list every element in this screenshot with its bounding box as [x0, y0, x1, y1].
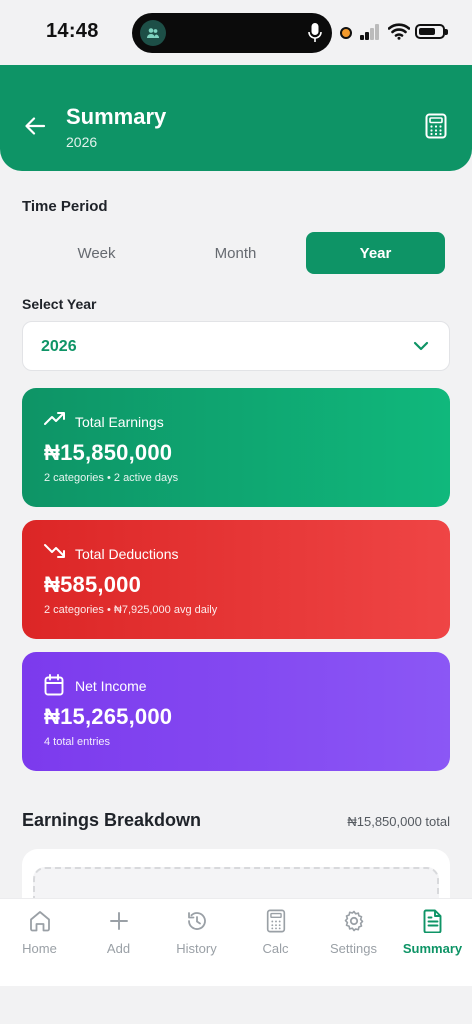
card-meta: 2 categories • ₦7,925,000 avg daily	[44, 604, 218, 616]
tab-calc[interactable]: Calc	[236, 899, 315, 987]
page-title: Summary	[66, 104, 167, 129]
card-title: Total Deductions	[75, 546, 179, 562]
tab-label: Calc	[262, 941, 289, 956]
signal-icon	[360, 24, 382, 40]
trending-down-icon	[44, 542, 66, 565]
year-dropdown-value: 2026	[41, 338, 77, 355]
tab-label: History	[176, 941, 217, 956]
card-title: Total Earnings	[75, 414, 164, 430]
plus-icon	[107, 909, 131, 938]
contacts-icon	[140, 20, 166, 46]
home-indicator-area	[0, 986, 472, 1024]
time-period-label: Time Period	[22, 198, 108, 215]
total-deductions-card: Total Deductions ₦585,000 2 categories •…	[22, 520, 450, 639]
microphone-icon	[308, 22, 322, 49]
status-bar: 14:48	[0, 0, 472, 64]
recording-indicator-icon	[340, 27, 352, 39]
card-meta: 2 categories • 2 active days	[44, 472, 179, 484]
card-amount: ₦15,850,000	[44, 440, 173, 465]
chevron-down-icon	[413, 339, 429, 357]
card-amount: ₦15,265,000	[44, 704, 173, 729]
tab-home[interactable]: Home	[0, 899, 79, 987]
select-year-label: Select Year	[22, 296, 97, 312]
document-icon	[422, 909, 444, 938]
tab-label: Home	[22, 941, 57, 956]
tab-history[interactable]: History	[157, 899, 236, 987]
period-tab-month[interactable]: Month	[166, 232, 305, 274]
trending-up-icon	[44, 410, 66, 433]
earnings-breakdown-title: Earnings Breakdown	[22, 810, 202, 830]
back-arrow-icon[interactable]	[24, 115, 46, 142]
battery-icon	[415, 24, 445, 39]
card-amount: ₦585,000	[44, 572, 142, 597]
history-icon	[185, 909, 209, 938]
card-meta: 4 total entries	[44, 736, 111, 748]
calendar-icon	[44, 674, 64, 701]
wifi-icon	[387, 22, 411, 45]
tab-summary[interactable]: Summary	[393, 899, 472, 987]
tab-label: Summary	[402, 941, 463, 956]
tab-settings[interactable]: Settings	[314, 899, 393, 987]
app-header: Summary 2026	[0, 65, 472, 171]
period-tab-year[interactable]: Year	[306, 232, 445, 274]
dynamic-island	[132, 13, 332, 53]
total-earnings-card: Total Earnings ₦15,850,000 2 categories …	[22, 388, 450, 507]
year-dropdown[interactable]: 2026	[22, 321, 450, 371]
status-time: 14:48	[46, 20, 99, 42]
calculator-icon	[265, 909, 287, 938]
card-title: Net Income	[75, 678, 147, 694]
period-tab-week[interactable]: Week	[27, 232, 166, 274]
bottom-tab-bar: Home Add History Calc Settings Summary	[0, 898, 472, 986]
tab-add[interactable]: Add	[79, 899, 158, 987]
calculator-icon[interactable]	[425, 113, 447, 144]
page-subtitle: 2026	[66, 134, 98, 150]
gear-icon	[342, 909, 366, 938]
tab-label: Settings	[330, 941, 377, 956]
tab-label: Add	[106, 941, 131, 956]
earnings-breakdown-total: ₦15,850,000 total	[347, 814, 450, 829]
net-income-card: Net Income ₦15,265,000 4 total entries	[22, 652, 450, 771]
home-icon	[28, 909, 52, 938]
